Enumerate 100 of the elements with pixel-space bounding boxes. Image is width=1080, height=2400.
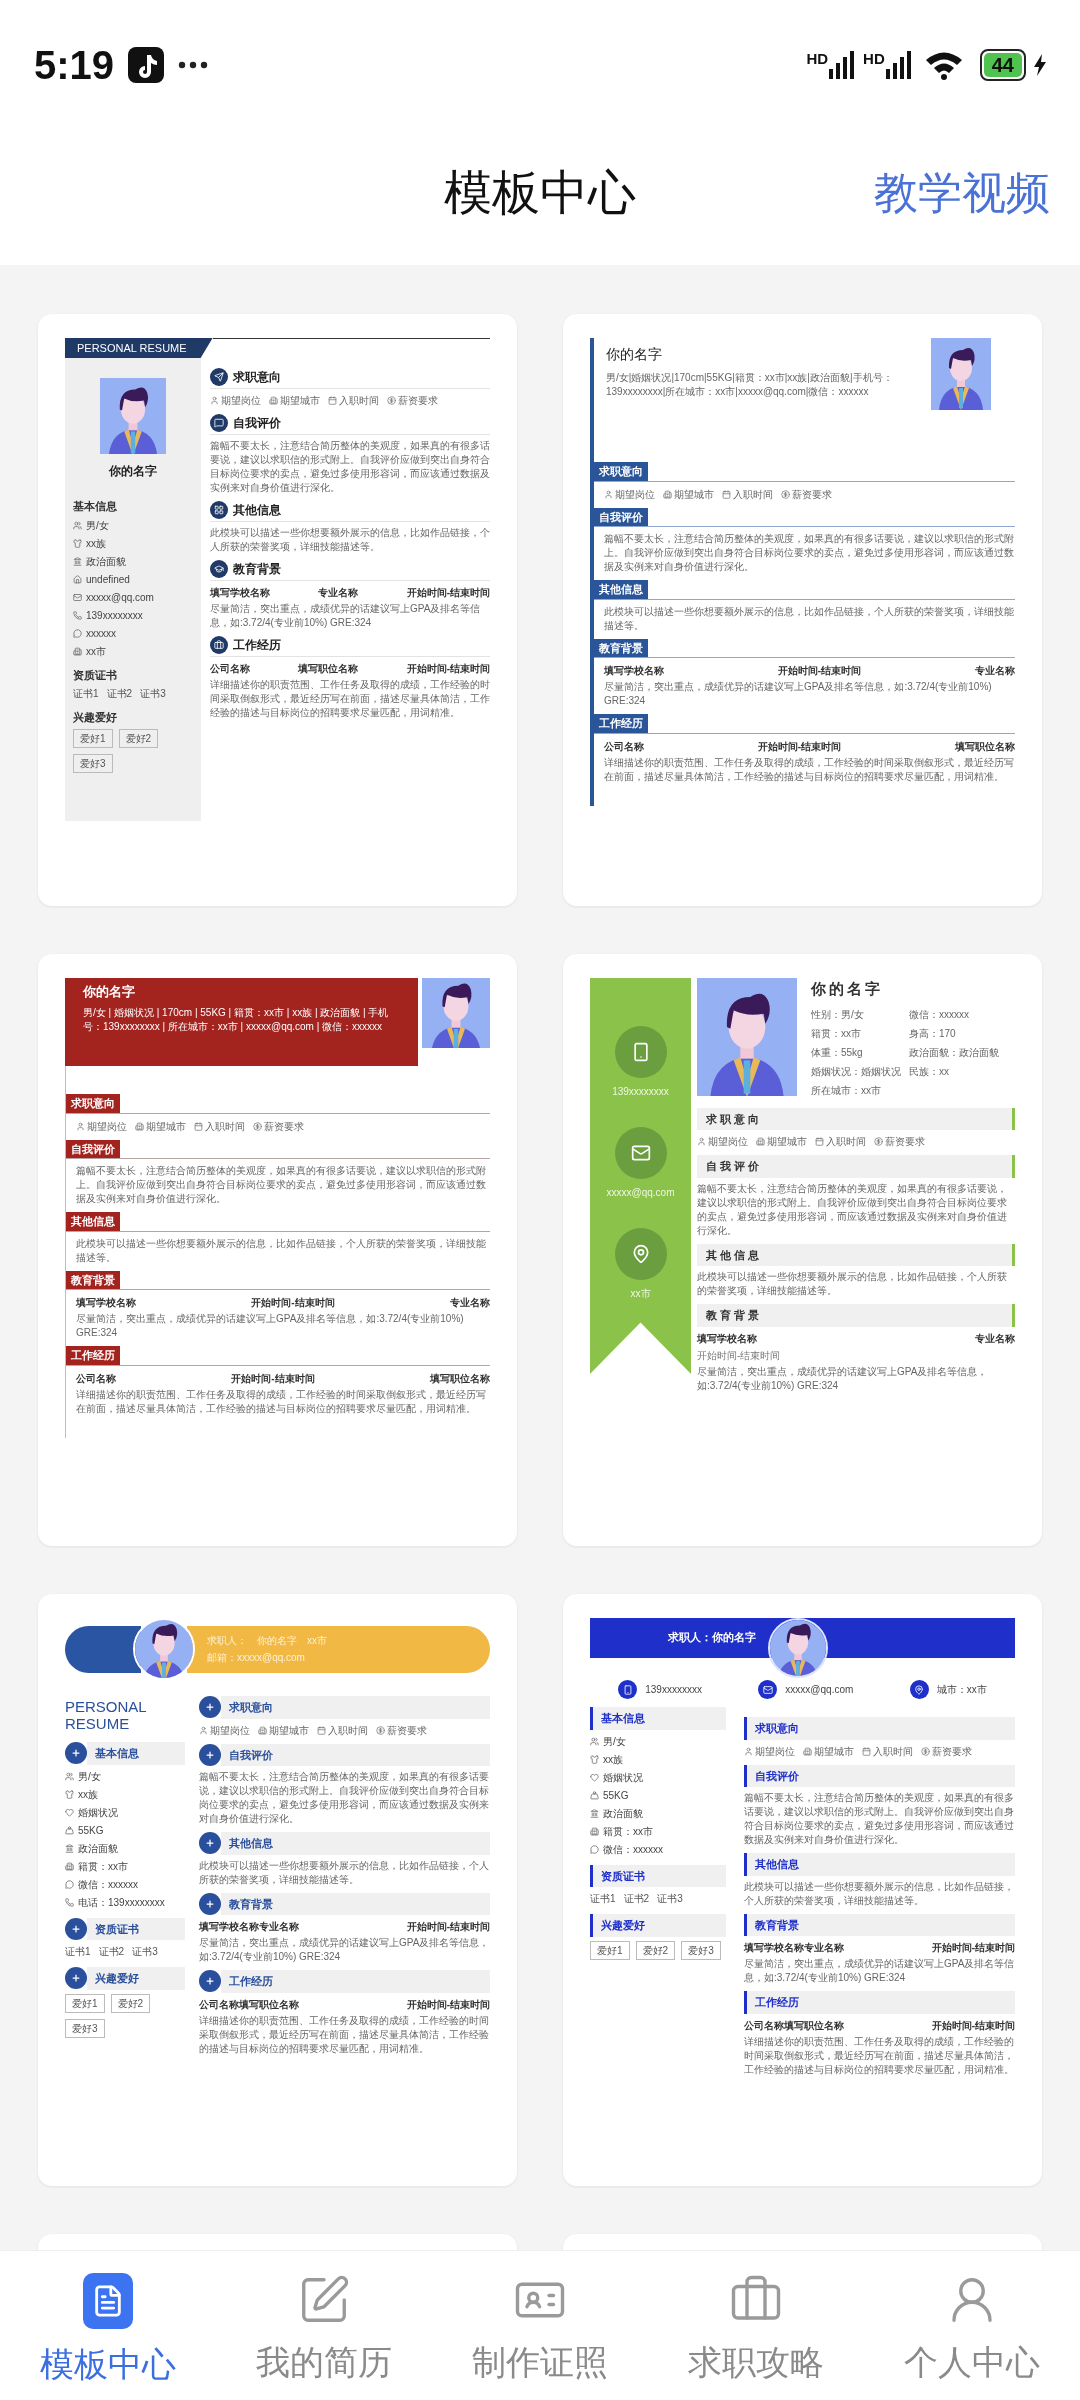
phone-icon bbox=[618, 1680, 638, 1699]
plus-icon bbox=[199, 1832, 221, 1855]
intent-label: 薪资要求 bbox=[398, 394, 438, 408]
section-heading: 其他信息 bbox=[66, 1212, 120, 1231]
intent-label: 期望城市 bbox=[280, 394, 320, 408]
section-text: 此模块可以描述一些你想要额外展示的信息，比如作品链接，个人所获的荣誉奖项，详细技能描述等。 bbox=[199, 1858, 490, 1887]
section-text: 详细描述你的职责范围、工作任务及取得的成绩，工作经验的时间采取倒叙形式，最近经历写在前面，描述尽量具体简洁，工作经验的描述与目标岗位的招聘要求尽量匹配，用词精准。 bbox=[210, 678, 490, 720]
calendar-icon bbox=[317, 1725, 326, 1735]
entry-heading: 填写学校名称 bbox=[697, 1331, 757, 1346]
intent-label: 期望城市 bbox=[269, 1723, 309, 1738]
section-heading: 求职意向 bbox=[66, 1094, 120, 1113]
section-heading: 兴趣爱好 bbox=[590, 1914, 726, 1937]
info-text: xxxxxx bbox=[86, 626, 116, 641]
section-heading: 求职意向 bbox=[594, 462, 648, 481]
entry-heading: 填写学校名称专业名称 bbox=[744, 1941, 844, 1955]
person-name: 你的名字 bbox=[606, 345, 662, 364]
entry-heading: 公司名称 bbox=[210, 662, 250, 676]
info-text: 籍贯：xx市 bbox=[78, 1859, 128, 1874]
entry-heading: 填写学校名称 bbox=[210, 586, 270, 600]
intent-label: 期望城市 bbox=[767, 1135, 807, 1149]
info-text: xx族 bbox=[603, 1752, 623, 1767]
header-text: 邮箱：xxxxx@qq.com bbox=[207, 1651, 305, 1665]
charging-icon bbox=[1034, 54, 1046, 76]
entry-heading: 开始时间-结束时间 bbox=[406, 662, 490, 676]
document-icon bbox=[83, 2273, 133, 2329]
section-text: 此模块可以描述一些你想要额外展示的信息，比如作品链接，个人所获的荣誉奖项，详细技能描述等。 bbox=[604, 604, 1015, 633]
coin-icon bbox=[387, 396, 396, 405]
resume-card[interactable] bbox=[563, 314, 1042, 906]
info-text: 微信：xxxxxx bbox=[909, 1007, 970, 1022]
certificate-label: 证书3 bbox=[140, 687, 166, 701]
nav-tab[interactable]: 求职攻略 bbox=[648, 2251, 864, 2400]
section-heading: 基本信息 bbox=[87, 1742, 185, 1765]
certificate-label: 证书2 bbox=[623, 1892, 650, 1906]
entry-heading: 填写学校名称专业名称 bbox=[199, 1920, 299, 1934]
section-heading: 工作经历 bbox=[233, 637, 281, 654]
chat-icon bbox=[73, 628, 82, 638]
calendar-icon bbox=[722, 489, 731, 499]
section-heading: 工作经历 bbox=[66, 1346, 120, 1365]
building-icon bbox=[269, 396, 278, 405]
section-heading: 其他信息 bbox=[594, 580, 648, 599]
person-icon bbox=[76, 1121, 85, 1131]
pin-icon bbox=[614, 1228, 667, 1280]
personal-info: 男/女 | 婚姻状况 | 170cm | 55KG | 籍贯：xx市 | xx族 | 政治面貌 | 手机号：139xxxxxxxx | 所在城市：xx市 | xxxxx@qq.com | 微信：xxxxxx bbox=[83, 1005, 390, 1034]
intent-label: 期望岗位 bbox=[221, 394, 261, 408]
music-app-icon bbox=[128, 47, 165, 83]
person-icon bbox=[744, 1746, 753, 1756]
tutorial-video-link[interactable]: 教学视频 bbox=[874, 159, 1080, 226]
section-text: 此模块可以描述一些你想要额外展示的信息，比如作品链接，个人所获的荣誉奖项，详细技能描述等。 bbox=[744, 1879, 1015, 1908]
nav-tab[interactable]: 制作证照 bbox=[432, 2251, 648, 2400]
person-name: 你的名字 bbox=[811, 979, 883, 999]
resume-card[interactable] bbox=[38, 314, 517, 906]
section-heading: 教育背景 bbox=[744, 1913, 1015, 1936]
landmark-icon bbox=[65, 1843, 74, 1853]
intent-label: 薪资要求 bbox=[932, 1744, 972, 1759]
weight-icon bbox=[590, 1790, 599, 1800]
entry-heading: 填写学校名称 bbox=[76, 1296, 136, 1310]
certificate-label: 证书1 bbox=[65, 1945, 91, 1959]
plus-icon bbox=[199, 1892, 221, 1915]
resume-card[interactable] bbox=[563, 1594, 1042, 2186]
intent-label: 薪资要求 bbox=[792, 487, 832, 502]
section-heading: 其他信息 bbox=[744, 1853, 1015, 1876]
heart-icon bbox=[65, 1807, 74, 1817]
clock-time: 5:19 bbox=[34, 42, 115, 89]
info-text: undefined bbox=[86, 572, 130, 587]
calendar-icon bbox=[862, 1746, 871, 1756]
certificate-label: 证书2 bbox=[98, 1945, 125, 1959]
info-text: 政治面貌 bbox=[78, 1841, 118, 1856]
graduation-cap-icon bbox=[210, 560, 228, 578]
signal-icon bbox=[829, 51, 856, 79]
nav-tab[interactable]: 个人中心 bbox=[864, 2251, 1080, 2400]
nav-tab[interactable]: 模板中心 bbox=[0, 2251, 216, 2400]
intent-label: 期望城市 bbox=[146, 1119, 186, 1134]
nav-tab[interactable]: 我的简历 bbox=[216, 2251, 432, 2400]
section-text: 此模块可以描述一些你想要额外展示的信息，比如作品链接，个人所获的荣誉奖项，详细技能描述等。 bbox=[697, 1270, 1008, 1298]
person-icon bbox=[210, 396, 219, 405]
side-heading: 资质证书 bbox=[73, 667, 117, 683]
more-icon bbox=[178, 61, 209, 69]
info-text: 55KG bbox=[78, 1823, 104, 1838]
pin-icon bbox=[909, 1680, 929, 1699]
entry-heading: 开始时间-结束时间 bbox=[777, 664, 862, 678]
calendar-icon bbox=[194, 1121, 203, 1131]
hobby-tag: 爱好3 bbox=[73, 753, 113, 773]
section-heading: 兴趣爱好 bbox=[87, 1967, 185, 1990]
building-icon bbox=[258, 1725, 267, 1735]
info-text: xxxxx@qq.com bbox=[86, 590, 154, 605]
entry-heading: 开始时间-结束时间 bbox=[406, 1997, 490, 2012]
entry-heading: 开始时间-结束时间 bbox=[931, 1941, 1015, 1955]
plus-icon bbox=[65, 1967, 87, 1990]
resume-card[interactable] bbox=[38, 1594, 517, 2186]
intent-label: 薪资要求 bbox=[264, 1119, 304, 1134]
info-text: 电话：139xxxxxxxx bbox=[78, 1895, 165, 1910]
info-text: 微信：xxxxxx bbox=[603, 1842, 663, 1857]
section-heading: 工作经历 bbox=[594, 714, 648, 733]
landmark-icon bbox=[590, 1808, 599, 1818]
info-text: 55KG bbox=[603, 1788, 629, 1803]
house-icon bbox=[73, 574, 82, 584]
side-heading: 兴趣爱好 bbox=[73, 710, 117, 725]
section-heading: 教育背景 bbox=[233, 561, 281, 578]
resume-card[interactable] bbox=[38, 954, 517, 1546]
certificate-label: 证书1 bbox=[73, 687, 99, 701]
